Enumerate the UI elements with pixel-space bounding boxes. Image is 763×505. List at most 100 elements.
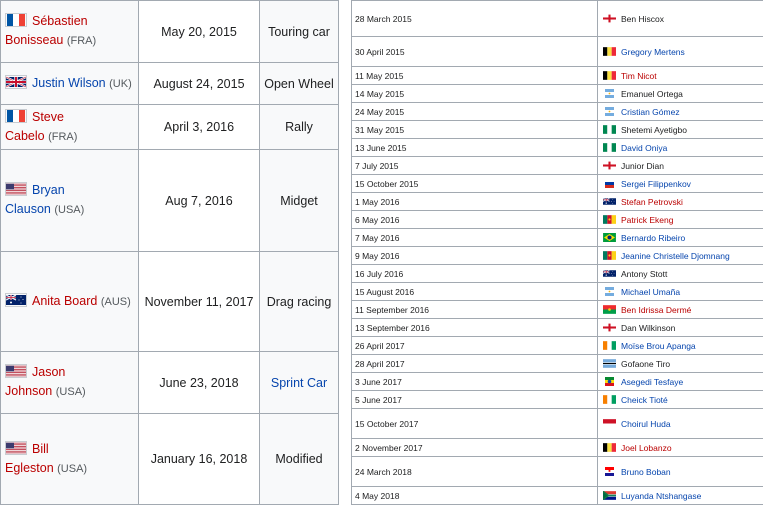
driver-row: JasonJohnson (USA)June 23, 2018Sprint Ca… bbox=[1, 352, 339, 414]
player-name-cell: Patrick Ekeng bbox=[598, 211, 763, 229]
driver-name-link[interactable]: Egleston bbox=[5, 461, 54, 475]
date-cell: 7 May 2016 bbox=[352, 229, 598, 247]
flag-ru-icon bbox=[603, 179, 616, 188]
nationality-label: (UK) bbox=[109, 78, 132, 90]
driver-name-link[interactable]: Sébastien bbox=[32, 14, 88, 28]
player-name-link[interactable]: Gregory Mertens bbox=[621, 47, 685, 57]
nationality-label: (USA) bbox=[56, 386, 86, 398]
date-cell: January 16, 2018 bbox=[139, 414, 260, 505]
date-cell: 15 October 2017 bbox=[352, 409, 598, 439]
flag-be-icon bbox=[603, 47, 616, 56]
driver-name-link[interactable]: Bill bbox=[32, 442, 49, 456]
player-row: 15 October 2017 Choirul Huda bbox=[352, 409, 763, 439]
driver-name-link[interactable]: Justin Wilson bbox=[32, 76, 106, 90]
player-name-cell: Emanuel Ortega bbox=[598, 85, 763, 103]
player-row: 6 May 2016Patrick Ekeng bbox=[352, 211, 763, 229]
player-name-link[interactable]: Stefan Petrovski bbox=[621, 197, 683, 207]
date-cell: 7 July 2015 bbox=[352, 157, 598, 175]
flag-be-icon bbox=[603, 443, 616, 452]
driver-name-link[interactable]: Bonisseau bbox=[5, 33, 63, 47]
player-name-link: Junior Dian bbox=[621, 161, 664, 171]
driver-name-link[interactable]: Clauson bbox=[5, 202, 51, 216]
player-name-link[interactable]: Moïse Brou Apanga bbox=[621, 341, 696, 351]
player-row: 13 June 2015 David Oniya bbox=[352, 139, 763, 157]
driver-row: SébastienBonisseau (FRA)May 20, 2015Tour… bbox=[1, 1, 339, 63]
flag-hr-icon bbox=[603, 467, 616, 476]
driver-name-cell: Justin Wilson (UK) bbox=[1, 63, 139, 105]
player-row: 11 May 2015 Tim Nicot bbox=[352, 67, 763, 85]
flag-en-icon bbox=[603, 323, 616, 332]
player-name-link[interactable]: Sergei Filippenkov bbox=[621, 179, 691, 189]
nationality-label: (AUS) bbox=[101, 296, 131, 308]
player-name-link[interactable]: David Oniya bbox=[621, 143, 667, 153]
player-name-cell: Cristian Gómez bbox=[598, 103, 763, 121]
player-name-link[interactable]: Jeanine Christelle Djomnang bbox=[621, 251, 730, 261]
driver-name-link[interactable]: Bryan bbox=[32, 183, 65, 197]
player-name-cell: Stefan Petrovski bbox=[598, 193, 763, 211]
player-name-cell: Tim Nicot bbox=[598, 67, 763, 85]
flag-be-icon bbox=[603, 71, 616, 80]
player-name-cell: Choirul Huda bbox=[598, 409, 763, 439]
player-name-link[interactable]: Bruno Boban bbox=[621, 467, 671, 477]
driver-row: BillEgleston (USA)January 16, 2018Modifi… bbox=[1, 414, 339, 505]
player-name-link[interactable]: Bernardo Ribeiro bbox=[621, 233, 685, 243]
player-name-link[interactable]: Tim Nicot bbox=[621, 71, 657, 81]
player-row: 30 April 2015Gregory Mertens bbox=[352, 37, 763, 67]
player-name-link[interactable]: Joel Lobanzo bbox=[621, 443, 672, 453]
driver-name-cell: Jason Johnson (USA) bbox=[1, 352, 139, 414]
flag-us-icon bbox=[5, 364, 27, 378]
driver-name-cell: Steve Cabelo (FRA) bbox=[1, 105, 139, 150]
nationality-label: (USA) bbox=[54, 204, 84, 216]
player-name-cell: Cheick Tioté bbox=[598, 391, 763, 409]
player-row: 1 May 2016Stefan Petrovski bbox=[352, 193, 763, 211]
driver-name-link[interactable]: Steve bbox=[32, 110, 64, 124]
date-cell: 11 May 2015 bbox=[352, 67, 598, 85]
flag-us-icon bbox=[5, 182, 27, 196]
player-name-link[interactable]: Ben Idrissa Dermé bbox=[621, 305, 691, 315]
nationality-label: (FRA) bbox=[48, 131, 77, 143]
date-cell: 14 May 2015 bbox=[352, 85, 598, 103]
player-name-link[interactable]: Michael Umaña bbox=[621, 287, 680, 297]
player-name-cell: Ben Idrissa Dermé bbox=[598, 301, 763, 319]
player-name-cell: Antony Stott bbox=[598, 265, 763, 283]
flag-au-icon bbox=[603, 269, 616, 278]
driver-name-link[interactable]: Anita Board bbox=[32, 294, 97, 308]
date-cell: 15 August 2016 bbox=[352, 283, 598, 301]
flag-fr-icon bbox=[5, 13, 27, 27]
player-row: 2 November 2017Joel Lobanzo bbox=[352, 439, 763, 457]
player-row: 24 May 2015Cristian Gómez bbox=[352, 103, 763, 121]
flag-ar-icon bbox=[603, 107, 616, 116]
date-cell: 28 March 2015 bbox=[352, 1, 598, 37]
category-cell: Open Wheel bbox=[260, 63, 339, 105]
flag-ng-icon bbox=[603, 125, 616, 134]
player-name-cell: Gofaone Tiro bbox=[598, 355, 763, 373]
player-name-cell: Shetemi Ayetigbo bbox=[598, 121, 763, 139]
player-name-link[interactable]: Cheick Tioté bbox=[621, 395, 668, 405]
football-deaths-table: 28 March 2015Ben Hiscox30 April 2015Greg… bbox=[351, 0, 763, 505]
flag-bw-icon bbox=[603, 359, 616, 368]
category-label[interactable]: Sprint Car bbox=[271, 376, 327, 390]
player-name-cell: Sergei Filippenkov bbox=[598, 175, 763, 193]
date-cell: 13 June 2015 bbox=[352, 139, 598, 157]
driver-name-cell: Bryan Clauson (USA) bbox=[1, 150, 139, 252]
player-name-link[interactable]: Asegedi Tesfaye bbox=[621, 377, 683, 387]
category-label: Touring car bbox=[268, 25, 330, 39]
driver-name-link[interactable]: Cabelo bbox=[5, 129, 45, 143]
player-row: 7 May 2016 Bernardo Ribeiro bbox=[352, 229, 763, 247]
player-name-link[interactable]: Cristian Gómez bbox=[621, 107, 680, 117]
player-name-link[interactable]: Luyanda Ntshangase bbox=[621, 491, 701, 501]
player-row: 31 May 2015Shetemi Ayetigbo bbox=[352, 121, 763, 139]
driver-row: Justin Wilson (UK)August 24, 2015Open Wh… bbox=[1, 63, 339, 105]
category-label: Open Wheel bbox=[264, 77, 333, 91]
player-name-link[interactable]: Patrick Ekeng bbox=[621, 215, 673, 225]
player-name-link[interactable]: Choirul Huda bbox=[621, 419, 671, 429]
driver-row: SteveCabelo (FRA)April 3, 2016Rally bbox=[1, 105, 339, 150]
flag-br-icon bbox=[603, 233, 616, 242]
flag-cm-icon bbox=[603, 215, 616, 224]
driver-name-cell: SébastienBonisseau (FRA) bbox=[1, 1, 139, 63]
player-name-cell: David Oniya bbox=[598, 139, 763, 157]
driver-name-link[interactable]: Johnson bbox=[5, 384, 52, 398]
player-row: 4 May 2018Luyanda Ntshangase bbox=[352, 487, 763, 505]
driver-name-link[interactable]: Jason bbox=[32, 365, 65, 379]
flag-uk-icon bbox=[5, 75, 27, 89]
